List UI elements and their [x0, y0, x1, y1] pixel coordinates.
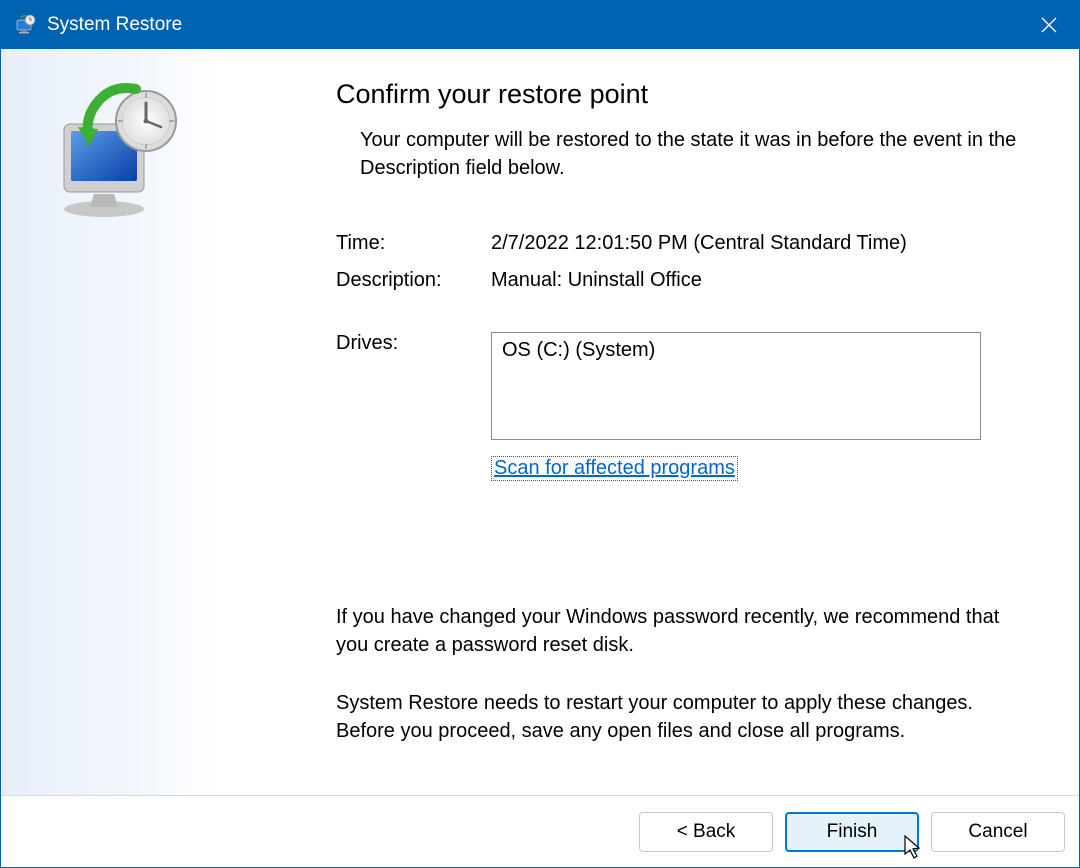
description-row: Description: Manual: Uninstall Office [336, 269, 1019, 292]
system-restore-icon [13, 13, 37, 37]
window-title: System Restore [47, 14, 182, 36]
time-value: 2/7/2022 12:01:50 PM (Central Standard T… [491, 232, 1019, 255]
time-row: Time: 2/7/2022 12:01:50 PM (Central Stan… [336, 232, 1019, 255]
description-value: Manual: Uninstall Office [491, 269, 1019, 292]
finish-button[interactable]: Finish [785, 812, 919, 852]
time-label: Time: [336, 232, 491, 255]
back-button[interactable]: < Back [639, 812, 773, 852]
drive-item: OS (C:) (System) [502, 339, 970, 362]
cursor-icon [903, 834, 925, 860]
password-note: If you have changed your Windows passwor… [336, 603, 1019, 659]
cancel-button[interactable]: Cancel [931, 812, 1065, 852]
scan-affected-programs-link[interactable]: Scan for affected programs [491, 456, 738, 481]
system-restore-window: System Restore [0, 0, 1080, 868]
footer: < Back Finish Cancel [1, 795, 1079, 867]
content-area: Confirm your restore point Your computer… [1, 49, 1079, 795]
titlebar: System Restore [1, 1, 1079, 49]
left-panel [1, 49, 216, 795]
drives-row: Drives: OS (C:) (System) [336, 332, 1019, 440]
description-label: Description: [336, 269, 491, 292]
restart-note: System Restore needs to restart your com… [336, 689, 1019, 745]
system-restore-large-icon [36, 79, 216, 229]
scan-link-row: Scan for affected programs [336, 456, 1019, 481]
drives-list[interactable]: OS (C:) (System) [491, 332, 981, 440]
finish-button-label: Finish [827, 821, 878, 843]
page-heading: Confirm your restore point [336, 79, 1019, 110]
main-panel: Confirm your restore point Your computer… [216, 49, 1079, 795]
page-subtext: Your computer will be restored to the st… [336, 126, 1019, 182]
drives-label: Drives: [336, 332, 491, 440]
close-button[interactable] [1019, 1, 1079, 49]
